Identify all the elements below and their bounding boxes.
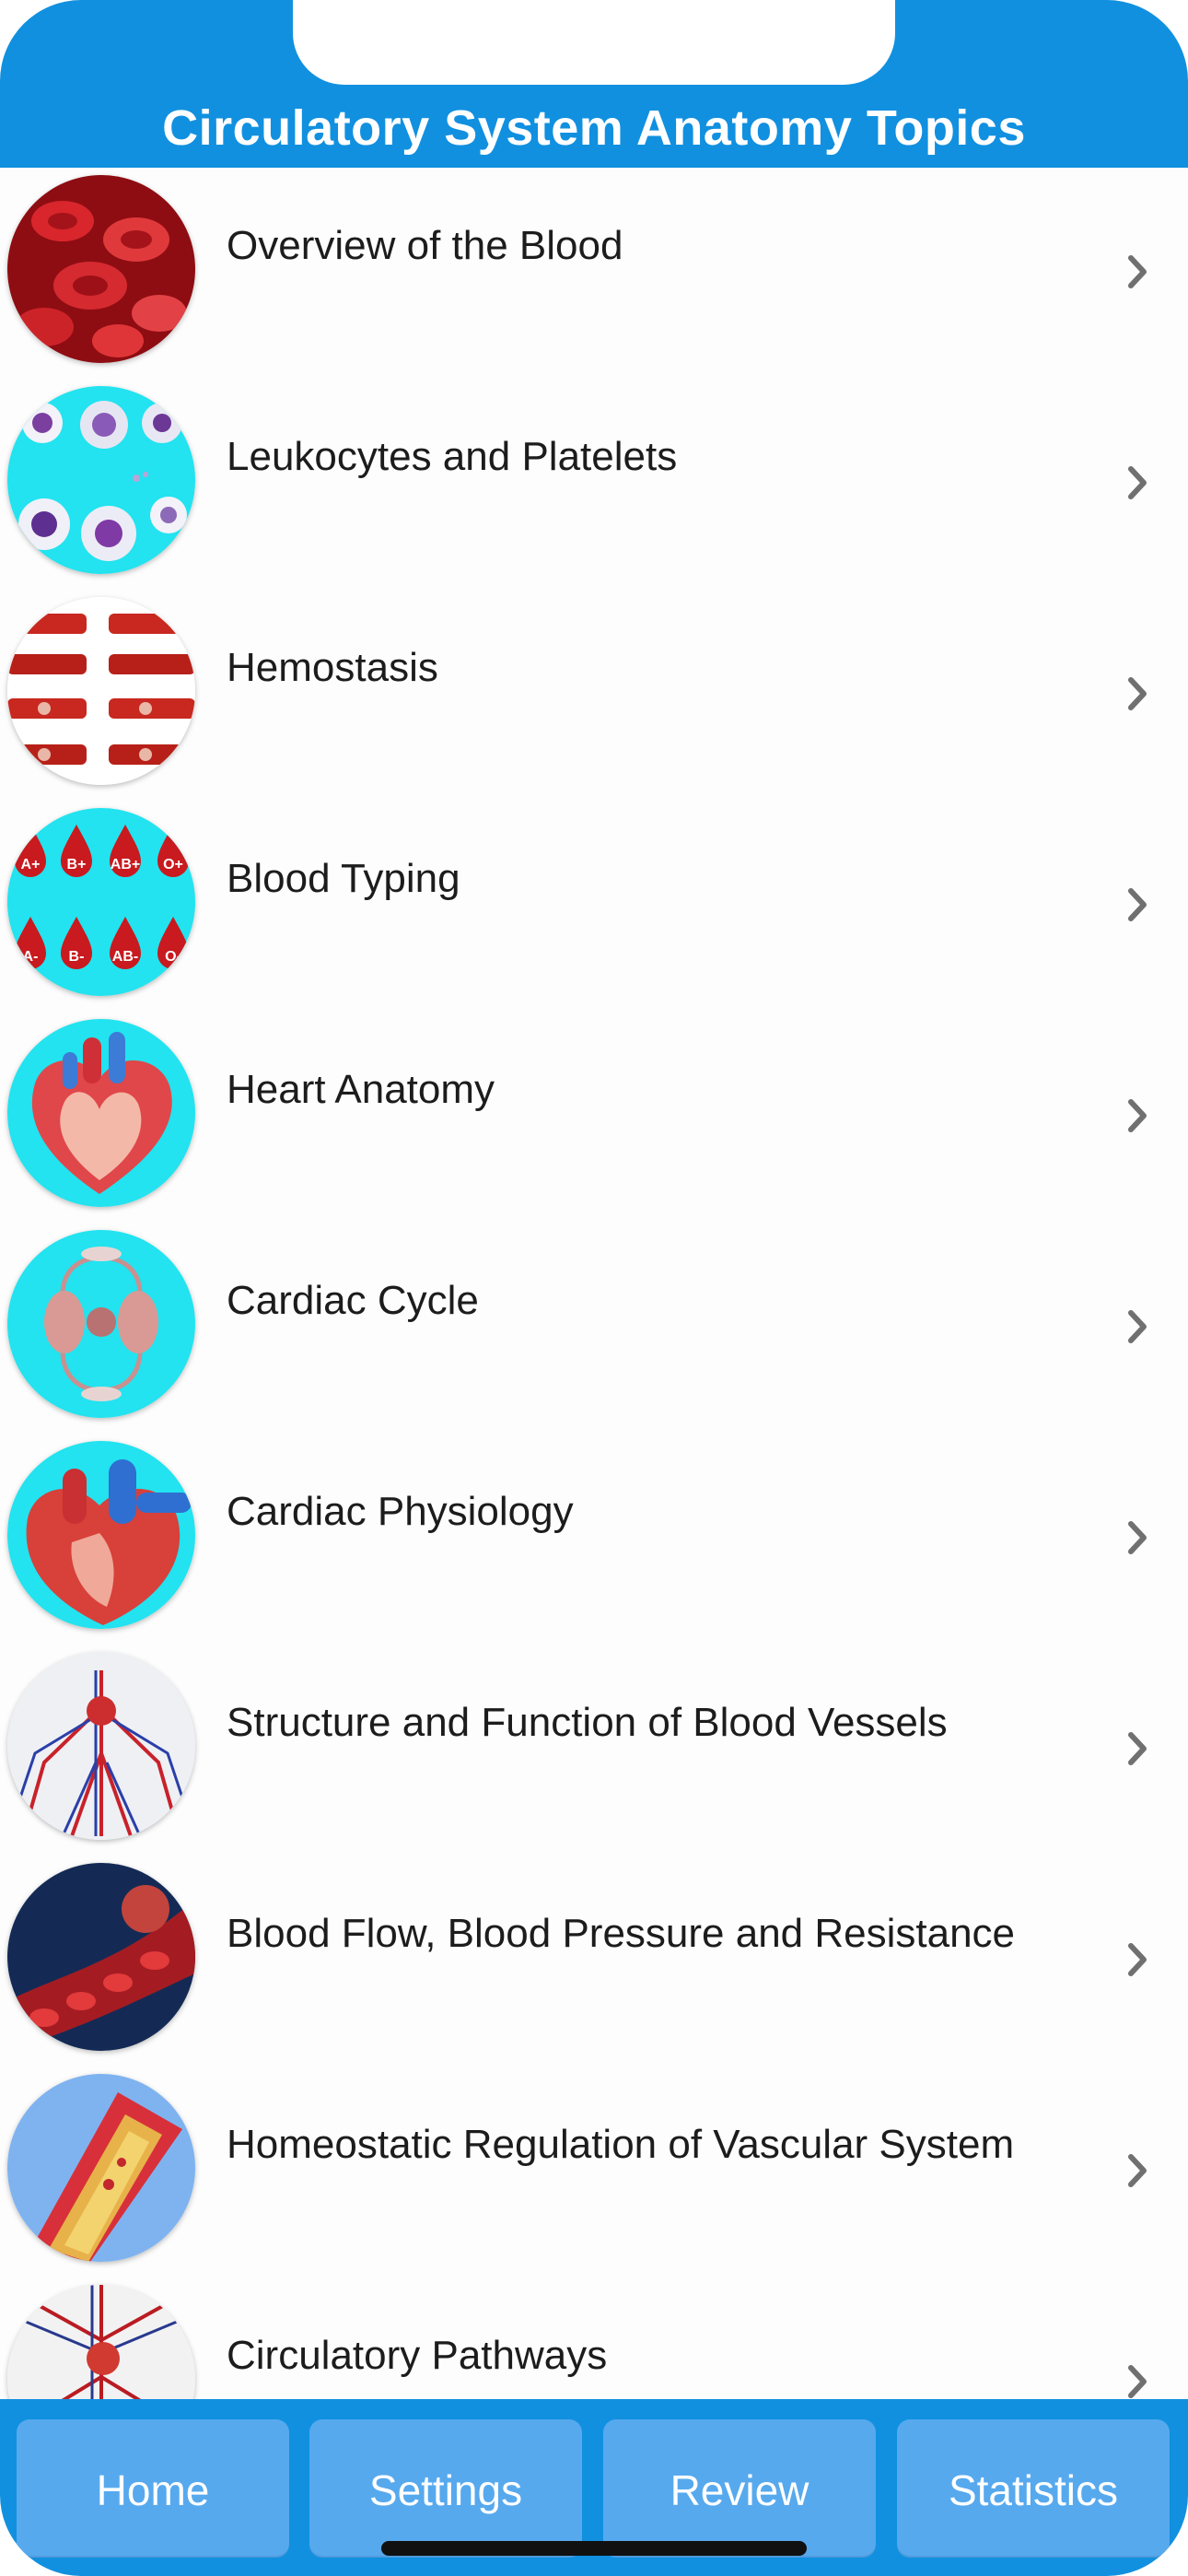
topic-row-cardiac-physiology[interactable]: Cardiac Physiology <box>0 1434 1188 1645</box>
circulatory-pathways-icon <box>7 2285 195 2399</box>
blood-type-label: B+ <box>67 857 87 872</box>
chevron-right-icon <box>1128 255 1147 288</box>
chevron-right-icon <box>1128 1099 1147 1132</box>
heart-anatomy-icon <box>7 1019 195 1207</box>
chevron-right-icon <box>1128 888 1147 921</box>
topic-label: Homeostatic Regulation of Vascular Syste… <box>227 2122 1015 2167</box>
topic-label: Cardiac Cycle <box>227 1278 479 1323</box>
topic-label: Hemostasis <box>227 645 438 690</box>
chevron-right-icon <box>1128 466 1147 499</box>
blood-flow-icon <box>7 1863 195 2051</box>
topic-label: Structure and Function of Blood Vessels <box>227 1700 948 1745</box>
chevron-right-icon <box>1128 1521 1147 1554</box>
blood-vessels-icon <box>7 1652 195 1840</box>
topic-row-homeostatic-regulation[interactable]: Homeostatic Regulation of Vascular Syste… <box>0 2067 1188 2277</box>
statistics-tab-button[interactable]: Statistics <box>897 2419 1170 2558</box>
chevron-right-icon <box>1128 677 1147 710</box>
blood-type-label: AB+ <box>111 857 140 872</box>
topic-label: Heart Anatomy <box>227 1067 495 1112</box>
settings-tab-label: Settings <box>368 2466 523 2514</box>
page-title: Circulatory System Anatomy Topics <box>162 100 1026 156</box>
home-indicator[interactable] <box>381 2541 807 2556</box>
blood-type-label: A+ <box>21 857 41 872</box>
topic-row-blood-vessels[interactable]: Structure and Function of Blood Vessels <box>0 1645 1188 1856</box>
topic-label: Blood Flow, Blood Pressure and Resistanc… <box>227 1911 1016 1956</box>
blood-type-label: AB- <box>112 949 138 965</box>
blood-type-label: O+ <box>163 857 183 872</box>
topic-label: Overview of the Blood <box>227 223 623 268</box>
device-notch <box>293 0 895 85</box>
topic-row-blood-typing[interactable]: A+ B+ AB+ O+ A- B- AB- O- Blood Typing <box>0 801 1188 1012</box>
red-blood-cells-icon <box>7 175 195 363</box>
nav-header: Circulatory System Anatomy Topics <box>0 0 1188 168</box>
home-tab-button[interactable]: Home <box>17 2419 289 2558</box>
cardiac-physiology-icon <box>7 1441 195 1629</box>
chevron-right-icon <box>1128 1943 1147 1976</box>
review-tab-button[interactable]: Review <box>603 2419 876 2558</box>
chevron-right-icon <box>1128 1310 1147 1343</box>
topic-row-overview-blood[interactable]: Overview of the Blood <box>0 168 1188 379</box>
topic-label: Leukocytes and Platelets <box>227 434 678 479</box>
chevron-right-icon <box>1128 2154 1147 2187</box>
topic-label: Circulatory Pathways <box>227 2333 608 2378</box>
settings-tab-button[interactable]: Settings <box>309 2419 582 2558</box>
topic-row-hemostasis[interactable]: Hemostasis <box>0 590 1188 801</box>
blood-type-label: A- <box>23 949 39 965</box>
topic-row-blood-flow[interactable]: Blood Flow, Blood Pressure and Resistanc… <box>0 1856 1188 2067</box>
topic-row-leukocytes[interactable]: Leukocytes and Platelets <box>0 379 1188 590</box>
blood-type-drops-icon: A+ B+ AB+ O+ A- B- AB- O- <box>7 808 195 996</box>
topic-row-circulatory-pathways[interactable]: Circulatory Pathways <box>0 2277 1188 2399</box>
white-blood-cells-icon <box>7 386 195 574</box>
chevron-right-icon <box>1128 2365 1147 2398</box>
topic-label: Blood Typing <box>227 856 460 901</box>
chevron-right-icon <box>1128 1732 1147 1765</box>
review-tab-label: Review <box>670 2466 809 2514</box>
blood-type-label: O- <box>165 949 181 965</box>
topic-label: Cardiac Physiology <box>227 1489 574 1534</box>
topic-row-cardiac-cycle[interactable]: Cardiac Cycle <box>0 1223 1188 1434</box>
hemostasis-vessels-icon <box>7 597 195 785</box>
home-tab-label: Home <box>96 2466 210 2514</box>
blood-type-label: B- <box>69 949 85 965</box>
cardiac-cycle-icon <box>7 1230 195 1418</box>
artery-section-icon <box>7 2074 195 2262</box>
topic-row-heart-anatomy[interactable]: Heart Anatomy <box>0 1012 1188 1223</box>
app-screen: Circulatory System Anatomy Topics Overvi… <box>0 0 1188 2576</box>
statistics-tab-label: Statistics <box>948 2466 1119 2514</box>
topic-list[interactable]: Overview of the Blood Leukocytes and Pla… <box>0 168 1188 2399</box>
